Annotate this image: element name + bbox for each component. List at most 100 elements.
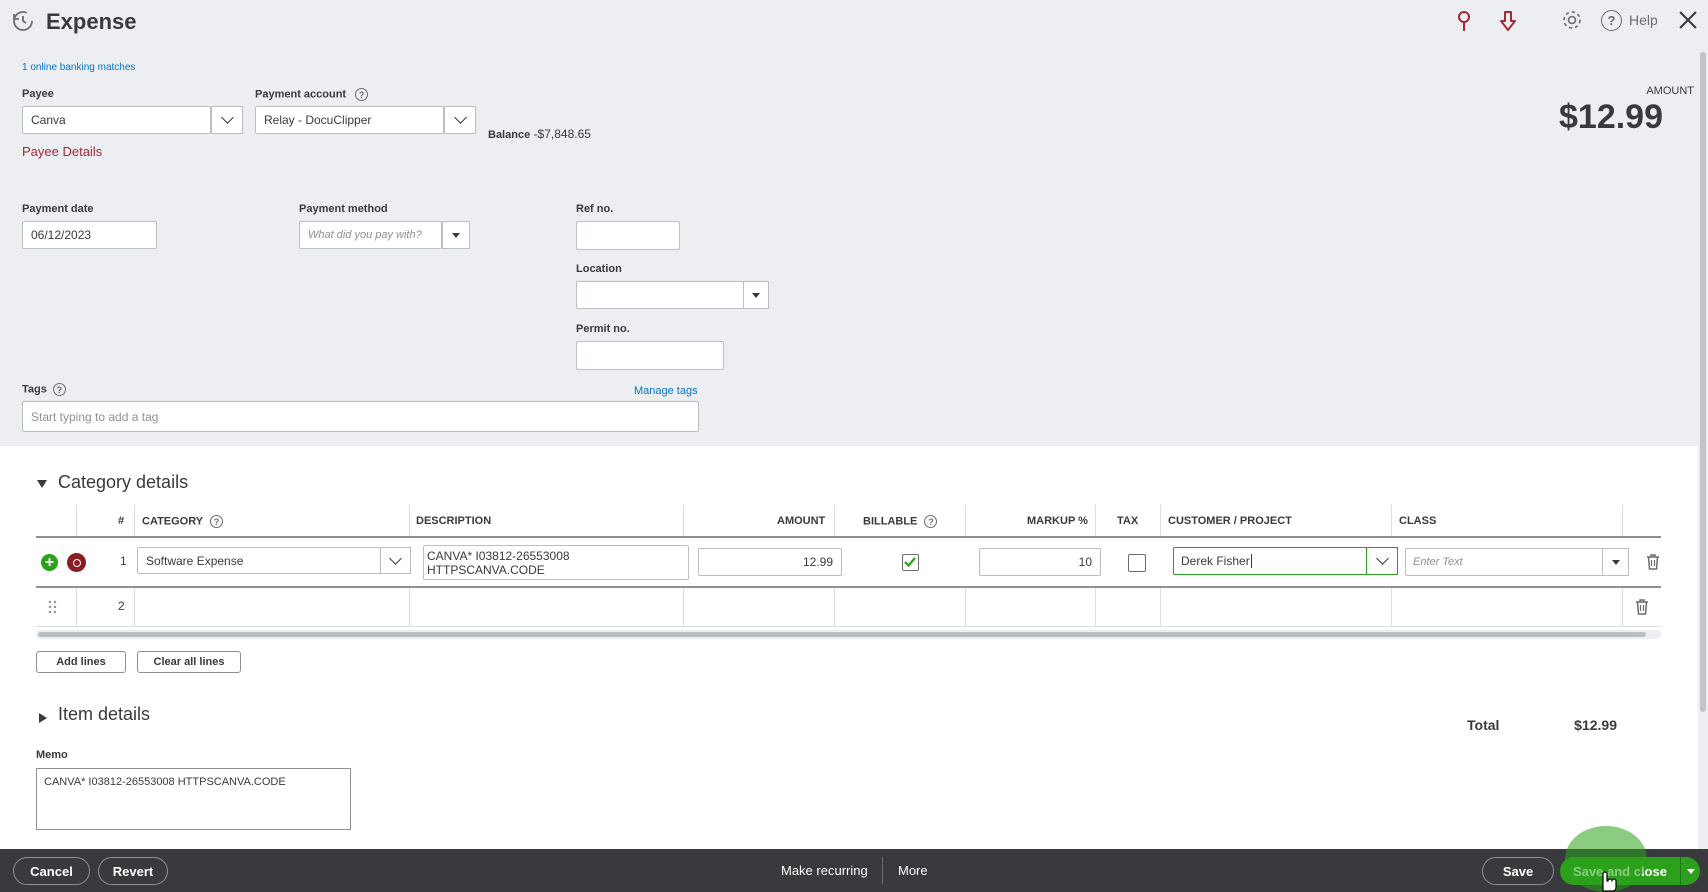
- col-header-billable: BILLABLE ?: [863, 515, 938, 528]
- add-row-icon[interactable]: +: [41, 554, 58, 571]
- chevron-down-icon: [1375, 552, 1389, 565]
- download-arrow-icon[interactable]: [1498, 9, 1518, 33]
- balance-value: -$7,848.65: [533, 127, 591, 141]
- question-icon: ?: [209, 515, 223, 528]
- location-input[interactable]: [576, 281, 744, 309]
- row-number: 1: [120, 554, 127, 568]
- clear-all-lines-button[interactable]: Clear all lines: [137, 651, 241, 673]
- manage-tags-link[interactable]: Manage tags: [634, 385, 698, 397]
- tax-checkbox[interactable]: [1128, 554, 1146, 572]
- amount-value: $12.99: [1559, 98, 1663, 136]
- help-label[interactable]: Help: [1629, 12, 1658, 28]
- more-button[interactable]: More: [898, 863, 928, 878]
- question-icon: ?: [52, 383, 66, 396]
- permit-no-input[interactable]: [576, 341, 724, 370]
- location-dropdown-button[interactable]: [743, 281, 769, 309]
- chevron-down-icon: [220, 111, 234, 124]
- class-placeholder: Enter Text: [1413, 556, 1463, 568]
- category-dropdown-button[interactable]: [380, 547, 411, 574]
- payment-method-input[interactable]: What did you pay with?: [299, 221, 442, 249]
- tags-label: Tags ?: [22, 383, 66, 396]
- payee-dropdown-button[interactable]: [211, 106, 243, 134]
- payee-label: Payee: [22, 88, 54, 100]
- close-icon[interactable]: [1677, 9, 1699, 31]
- gear-icon[interactable]: [1561, 9, 1583, 31]
- checkmark-icon: [904, 557, 916, 568]
- class-dropdown-button[interactable]: [1602, 548, 1629, 576]
- col-header-description: DESCRIPTION: [416, 515, 492, 527]
- add-lines-button[interactable]: Add lines: [36, 651, 126, 673]
- category-details-title[interactable]: Category details: [58, 472, 188, 493]
- customer-project-input[interactable]: Derek Fisher: [1173, 547, 1367, 575]
- customer-dropdown-button[interactable]: [1366, 547, 1398, 575]
- trash-icon[interactable]: [1646, 554, 1660, 570]
- billable-checkbox[interactable]: [902, 554, 919, 571]
- revert-button[interactable]: Revert: [98, 857, 168, 885]
- total-label: Total: [1467, 717, 1500, 733]
- amount-input[interactable]: 12.99: [698, 548, 842, 576]
- memo-textarea[interactable]: CANVA* I03812-26553008 HTTPSCANVA.CODE: [36, 768, 351, 830]
- hand-pointer-icon: [1596, 869, 1618, 892]
- payment-date-input[interactable]: 06/12/2023: [22, 221, 157, 249]
- markup-input[interactable]: 10: [979, 548, 1101, 576]
- table-horizontal-scrollbar[interactable]: [36, 630, 1661, 639]
- item-details-title[interactable]: Item details: [58, 704, 150, 725]
- location-label: Location: [576, 263, 622, 275]
- col-header-tax: TAX: [1117, 515, 1139, 527]
- help-icon[interactable]: ?: [1601, 10, 1622, 31]
- payment-method-dropdown-button[interactable]: [442, 221, 470, 249]
- scrollbar-thumb[interactable]: [38, 632, 1646, 637]
- payee-input[interactable]: Canva: [22, 106, 211, 134]
- payment-account-dropdown-button[interactable]: [444, 106, 476, 134]
- question-icon: ?: [355, 88, 369, 101]
- customer-value: Derek Fisher: [1181, 554, 1250, 568]
- question-icon: ?: [924, 515, 938, 528]
- online-banking-matches-link[interactable]: 1 online banking matches: [22, 62, 135, 73]
- drag-handle-icon[interactable]: [48, 600, 58, 614]
- memo-label: Memo: [36, 749, 68, 761]
- payment-method-label: Payment method: [299, 203, 388, 215]
- payee-value: Canva: [31, 113, 66, 127]
- total-value: $12.99: [1574, 717, 1617, 733]
- row-number: 2: [118, 599, 125, 613]
- ref-no-input[interactable]: [576, 221, 680, 250]
- caret-down-icon: [1611, 559, 1620, 565]
- class-input[interactable]: Enter Text: [1405, 548, 1603, 576]
- expand-triangle-icon[interactable]: [38, 710, 48, 723]
- caret-down-icon: [1686, 868, 1695, 874]
- record-icon[interactable]: [67, 553, 86, 572]
- col-header-category: CATEGORY ?: [142, 515, 223, 528]
- pin-icon[interactable]: [1454, 9, 1474, 33]
- save-button[interactable]: Save: [1482, 857, 1554, 885]
- table-row[interactable]: [36, 588, 1661, 627]
- payment-account-value: Relay - DocuClipper: [264, 113, 372, 127]
- page-scrollbar[interactable]: [1698, 0, 1708, 849]
- payment-account-input[interactable]: Relay - DocuClipper: [255, 106, 444, 134]
- col-header-markup: MARKUP %: [1027, 515, 1088, 527]
- balance: Balance -$7,848.65: [488, 127, 591, 141]
- payment-date-value: 06/12/2023: [31, 228, 92, 242]
- scrollbar-thumb[interactable]: [1700, 52, 1706, 712]
- description-input[interactable]: CANVA* I03812-26553008 HTTPSCANVA.CODE: [423, 545, 689, 580]
- collapse-triangle-icon[interactable]: [37, 476, 47, 488]
- category-value: Software Expense: [146, 553, 244, 568]
- payment-method-placeholder: What did you pay with?: [308, 229, 422, 241]
- cancel-button[interactable]: Cancel: [13, 857, 90, 885]
- payee-details-link[interactable]: Payee Details: [22, 144, 102, 159]
- line-amount-value: 12.99: [802, 555, 833, 569]
- tags-input[interactable]: Start typing to add a tag: [22, 401, 699, 432]
- category-input[interactable]: Software Expense: [137, 547, 381, 574]
- payment-date-label: Payment date: [22, 203, 94, 215]
- permit-no-label: Permit no.: [576, 323, 630, 335]
- col-header-customer-project: CUSTOMER / PROJECT: [1168, 515, 1292, 527]
- payment-account-label: Payment account ?: [255, 88, 369, 101]
- markup-value: 10: [1078, 555, 1092, 569]
- tags-placeholder: Start typing to add a tag: [31, 409, 159, 424]
- trash-icon[interactable]: [1635, 599, 1649, 615]
- ref-no-label: Ref no.: [576, 203, 614, 215]
- col-header-num: #: [118, 515, 125, 527]
- make-recurring-button[interactable]: Make recurring: [781, 863, 868, 878]
- recent-transactions-icon[interactable]: [11, 9, 35, 33]
- text-cursor: [1250, 554, 1252, 568]
- caret-down-icon: [752, 292, 760, 298]
